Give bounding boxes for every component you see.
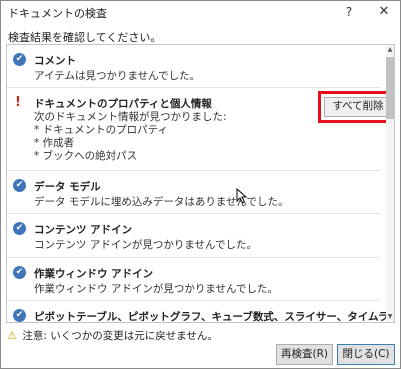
result-name: コメント [34,55,76,67]
detail-line: * ドキュメントのプロパティ [34,124,168,136]
check-icon: ✔ [13,309,27,322]
detail-line: * ブックへの絶対パス [34,150,138,162]
result-message: 作業ウィンドウ アドインが見つかりませんでした。 [34,283,278,295]
result-name: ドキュメントのプロパティと個人情報 [34,98,212,110]
warning-note-text: 注意: いくつかの変更は元に戻せません。 [22,330,218,342]
remove-all-button[interactable]: すべて削除 [324,97,392,117]
result-item-task-pane-addins: ✔ 作業ウィンドウ アドイン 作業ウィンドウ アドインが見つかりませんでした。 [7,258,380,301]
dialog-title: ドキュメントの検査 [8,7,107,20]
result-item-data-model: ✔ データ モデル データ モデルに埋め込みデータはありませんでした。 [7,171,380,214]
result-details: 次のドキュメント情報が見つかりました: * ドキュメントのプロパティ * 作成者… [34,111,227,163]
reinspect-button[interactable]: 再検査(R) [276,344,333,365]
result-name: 作業ウィンドウ アドイン [34,268,154,280]
inspection-results-list[interactable]: ✔ コメント アイテムは見つかりませんでした。 ! ドキュメントのプロパティと個… [6,44,395,323]
instruction-text: 検査結果を確認してください。 [8,31,162,44]
result-name: データ モデル [34,181,101,193]
vertical-scrollbar[interactable]: ▲ ▼ [386,45,394,322]
result-name: ピボットテーブル、ピボットグラフ、キューブ数式、スライサー、タイムライン [34,311,395,323]
check-icon: ✔ [13,53,27,67]
warning-icon: ! [15,95,21,110]
scroll-up-icon[interactable]: ▲ [386,46,394,54]
warning-note: ⚠ 注意: いくつかの変更は元に戻せません。 [5,328,218,343]
mouse-cursor-icon [236,188,248,204]
check-icon: ✔ [13,222,27,236]
remove-all-highlight: すべて削除 [318,91,394,123]
close-icon[interactable]: ✕ [375,4,393,20]
detail-line: 次のドキュメント情報が見つかりました: [34,111,227,123]
result-message: コンテンツ アドインが見つかりませんでした。 [34,239,257,251]
scroll-down-icon[interactable]: ▼ [386,313,394,321]
result-item-comments: ✔ コメント アイテムは見つかりませんでした。 [7,45,380,88]
result-item-content-addins: ✔ コンテンツ アドイン コンテンツ アドインが見つかりませんでした。 [7,214,380,258]
detail-line: * 作成者 [34,137,75,149]
check-icon: ✔ [13,266,27,280]
check-icon: ✔ [13,179,27,193]
close-button[interactable]: 閉じる(C) [337,344,395,365]
result-item-pivottables: ✔ ピボットテーブル、ピボットグラフ、キューブ数式、スライサー、タイムライン [7,301,394,322]
title-bar: ドキュメントの検査 ? ✕ [1,1,400,25]
result-message: データ モデルに埋め込みデータはありませんでした。 [34,196,289,208]
warning-triangle-icon: ⚠ [7,329,17,342]
help-button[interactable]: ? [341,4,357,20]
result-name: コンテンツ アドイン [34,224,133,236]
result-message: アイテムは見つかりませんでした。 [34,70,201,82]
scrollbar-thumb[interactable] [386,57,394,119]
document-inspector-dialog: ドキュメントの検査 ? ✕ 検査結果を確認してください。 ✔ コメント アイテム… [0,0,401,369]
